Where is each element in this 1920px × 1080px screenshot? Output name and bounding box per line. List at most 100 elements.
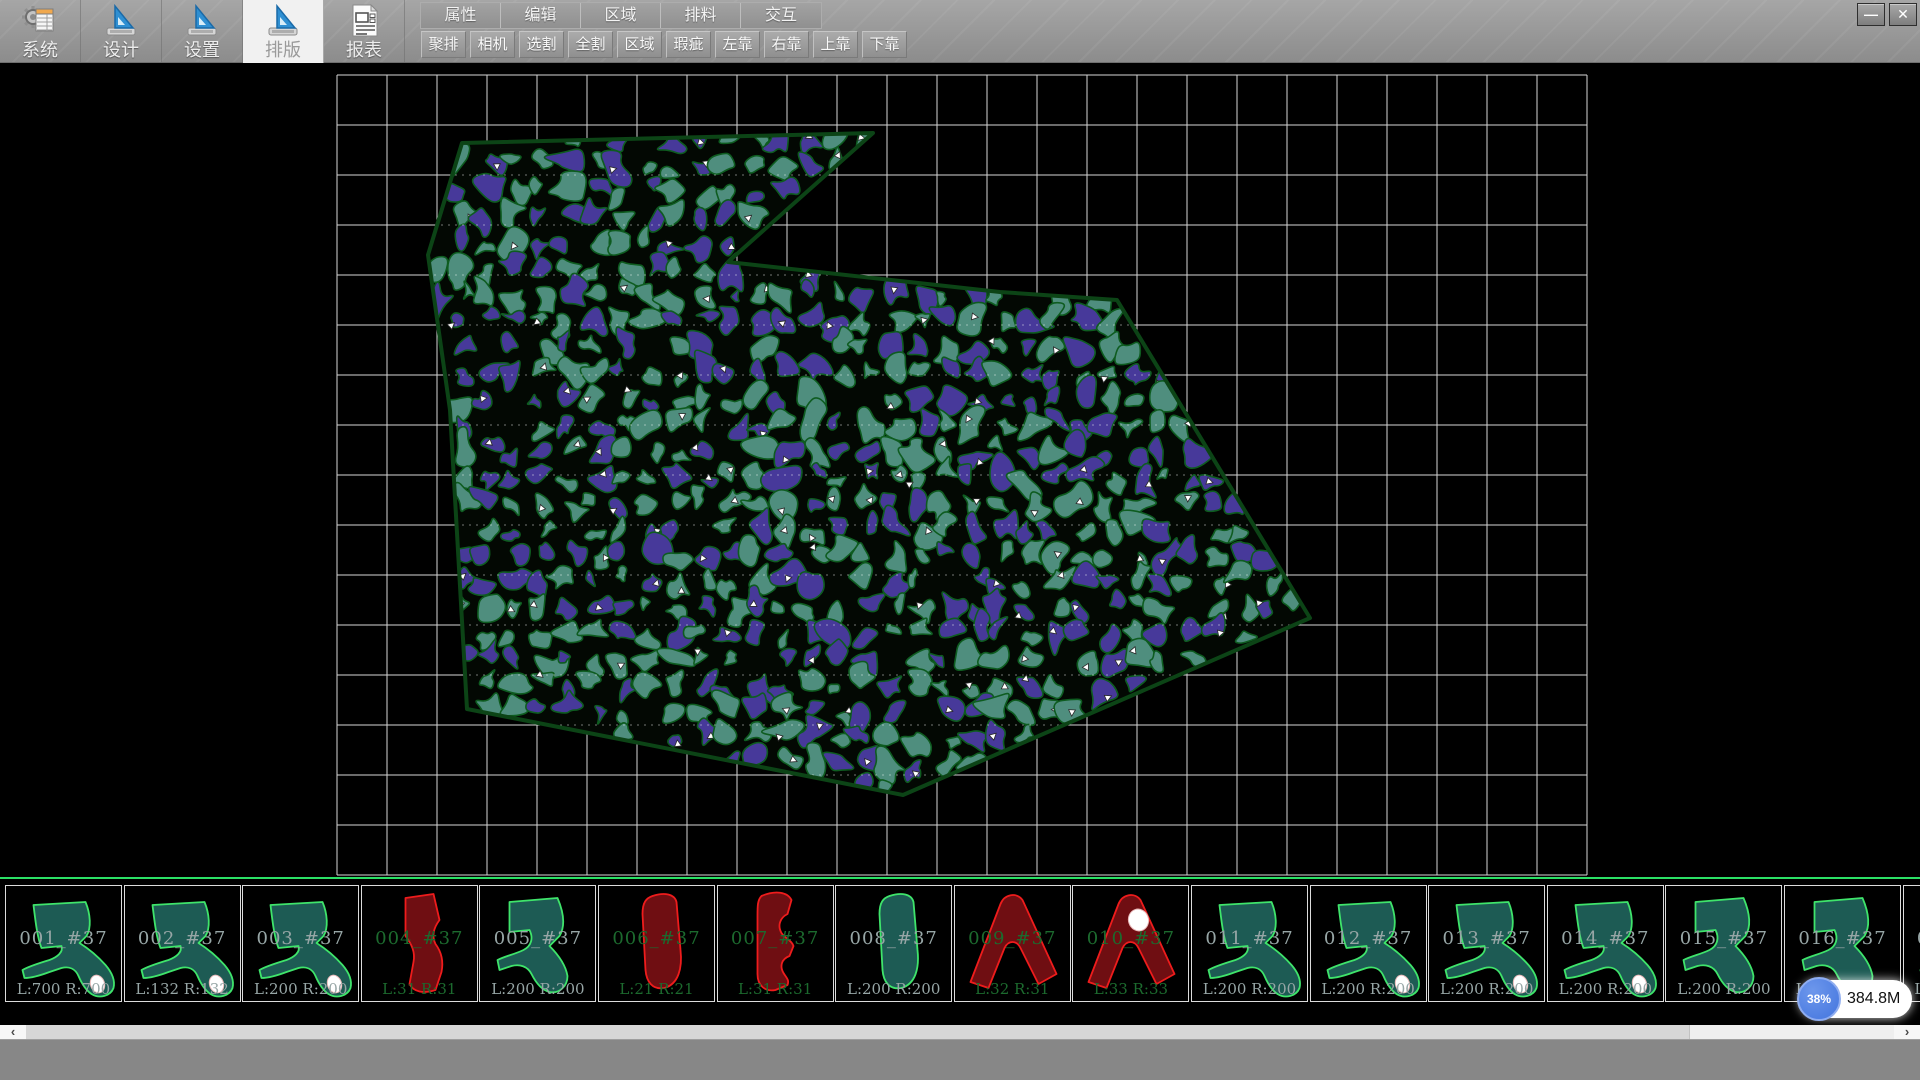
tool-bar: 聚排相机选割全割区域瑕疵左靠右靠上靠下靠 [421,31,907,58]
piece-thumbnail-3[interactable]: 003_#37 L:200 R:200 [242,885,359,1002]
tool-button-defect[interactable]: 瑕疵 [666,31,711,58]
menu-item-edit[interactable]: 编辑 [501,3,581,28]
piece-thumbnail-4[interactable]: 004_#37 L:31 R:31 [361,885,478,1002]
piece-lr-counts: L:200 R:200 [836,980,951,998]
piece-label: 013_#37 [1429,928,1544,949]
piece-label: 010_#37 [1073,928,1188,949]
piece-lr-counts: L:33 R:33 [1073,980,1188,998]
piece-lr-counts: L:200 R:200 [1429,980,1544,998]
piece-label: 009_#37 [955,928,1070,949]
piece-label: 017_#37 [1904,928,1920,949]
menu-item-properties[interactable]: 属性 [421,3,501,28]
tab-label: 设置 [184,41,220,60]
tab-label: 设计 [103,41,139,60]
tab-design[interactable]: 设计 [81,0,162,63]
piece-lr-counts: L:200 R:200 [1548,980,1663,998]
setsquare-icon [264,3,302,39]
piece-label: 002_#37 [125,928,240,949]
tool-button-snap-right[interactable]: 右靠 [764,31,809,58]
piece-thumbnail-9[interactable]: 009_#37 L:32 R:31 [954,885,1071,1002]
status-bar [0,1039,1920,1080]
piece-label: 014_#37 [1548,928,1663,949]
application-window: 系统设计设置排版报表 属性编辑区域排料交互 聚排相机选割全割区域瑕疵左靠右靠上靠… [0,0,1920,1080]
piece-thumbnail-6[interactable]: 006_#37L:21 R:21 [598,885,715,1002]
piece-label: 007_#37 [718,928,833,949]
piece-label: 004_#37 [362,928,477,949]
strip-separator-line [0,877,1920,879]
gear-table-icon [21,1,59,41]
piece-lr-counts: L:132 R:132 [125,980,240,998]
tab-label: 排版 [265,41,301,60]
tool-button-snap-left[interactable]: 左靠 [715,31,760,58]
minimize-button[interactable]: — [1857,3,1885,26]
piece-lr-counts: L:700 R:700 [6,980,121,998]
setsquare-icon [183,3,221,39]
setsquare-icon [183,1,221,41]
piece-lr-counts: L:200 R:200 [243,980,358,998]
setsquare-icon [102,3,140,39]
tool-button-cluster-nest[interactable]: 聚排 [421,31,466,58]
menu-item-nest[interactable]: 排料 [661,3,741,28]
setsquare-icon [264,1,302,41]
piece-label: 016_#37 [1785,928,1900,949]
piece-label: 005_#37 [480,928,595,949]
piece-label: 001_#37 [6,928,121,949]
piece-lr-counts: L:21 R:21 [599,980,714,998]
piece-lr-counts: L:200 R:200 [1192,980,1307,998]
tool-button-select-cut[interactable]: 选割 [519,31,564,58]
piece-thumbnail-1[interactable]: 001_#37 L:700 R:700 [5,885,122,1002]
tab-nesting[interactable]: 排版 [243,0,324,63]
setsquare-icon [102,1,140,41]
horizontal-scrollbar[interactable]: ‹ › [0,1025,1920,1039]
report-icon [345,3,383,39]
piece-thumbnail-13[interactable]: 013_#37 L:200 R:200 [1428,885,1545,1002]
menu-item-region[interactable]: 区域 [581,3,661,28]
report-icon [345,1,383,41]
piece-thumbnail-14[interactable]: 014_#37 L:200 R:200 [1547,885,1664,1002]
tab-report[interactable]: 报表 [324,0,405,63]
piece-lr-counts: L:200 R:200 [1311,980,1426,998]
progress-badge: 38% 384.8M [1799,980,1912,1018]
piece-lr-counts: L:31 R:31 [718,980,833,998]
titlebar: 系统设计设置排版报表 属性编辑区域排料交互 聚排相机选割全割区域瑕疵左靠右靠上靠… [0,0,1920,63]
tab-system[interactable]: 系统 [0,0,81,63]
piece-thumbnail-strip: 001_#37L:700 R:700002_#37L:132 R:132003_… [0,880,1920,1025]
piece-thumbnail-12[interactable]: 012_#37 L:200 R:200 [1310,885,1427,1002]
gear-table-icon [21,3,59,39]
tool-button-snap-bottom[interactable]: 下靠 [862,31,907,58]
memory-usage-label: 384.8M [1847,990,1900,1008]
main-tabs: 系统 设计 设置 排版 报表 [0,0,405,63]
tool-button-snap-top[interactable]: 上靠 [813,31,858,58]
close-button[interactable]: ✕ [1889,3,1917,26]
leather-hide [428,133,1310,795]
scroll-left-arrow-icon[interactable]: ‹ [0,1025,26,1039]
scrollbar-thumb[interactable] [26,1025,1690,1039]
menu-bar: 属性编辑区域排料交互 [420,2,822,29]
progress-percent-circle: 38% [1797,977,1841,1021]
piece-label: 008_#37 [836,928,951,949]
tool-button-cut-all[interactable]: 全割 [568,31,613,58]
piece-thumbnail-7[interactable]: 007_#37 L:31 R:31 [717,885,834,1002]
tool-button-region[interactable]: 区域 [617,31,662,58]
tool-button-camera[interactable]: 相机 [470,31,515,58]
piece-label: 003_#37 [243,928,358,949]
piece-thumbnail-8[interactable]: 008_#37 L:200 R:200 [835,885,952,1002]
scroll-right-arrow-icon[interactable]: › [1894,1025,1920,1039]
piece-thumbnail-2[interactable]: 002_#37 L:132 R:132 [124,885,241,1002]
piece-label: 011_#37 [1192,928,1307,949]
tab-label: 报表 [346,41,382,60]
piece-label: 015_#37 [1666,928,1781,949]
piece-lr-counts: L:200 R:200 [1666,980,1781,998]
piece-lr-counts: L:32 R:31 [955,980,1070,998]
piece-thumbnail-11[interactable]: 011_#37 L:200 R:200 [1191,885,1308,1002]
piece-lr-counts: L:200 R:200 [480,980,595,998]
tab-label: 系统 [22,41,58,60]
nesting-canvas[interactable] [0,63,1920,877]
piece-thumbnail-5[interactable]: 005_#37 L:200 R:200 [479,885,596,1002]
piece-lr-counts: L:31 R:31 [362,980,477,998]
piece-thumbnail-10[interactable]: 010_#37 L:33 R:33 [1072,885,1189,1002]
piece-thumbnail-15[interactable]: 015_#37 L:200 R:200 [1665,885,1782,1002]
piece-label: 012_#37 [1311,928,1426,949]
tab-settings[interactable]: 设置 [162,0,243,63]
menu-item-interact[interactable]: 交互 [741,3,821,28]
